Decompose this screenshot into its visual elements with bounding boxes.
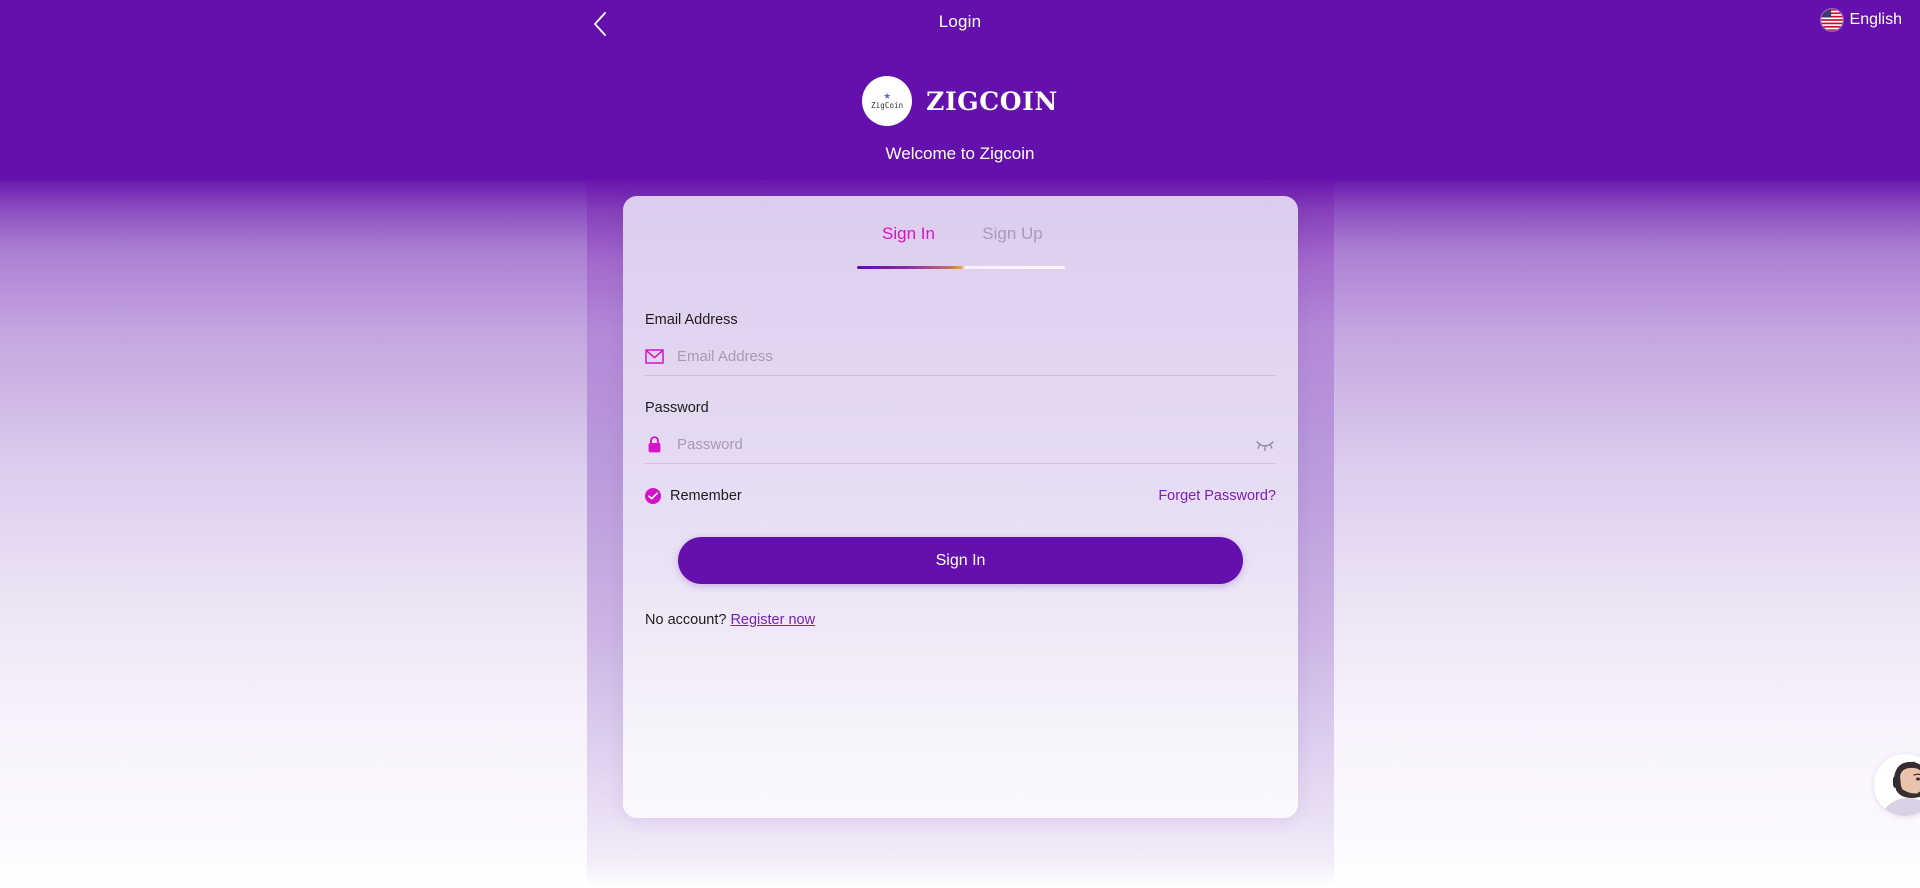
auth-tabs: Sign In Sign Up	[623, 224, 1298, 256]
email-input[interactable]	[677, 348, 1276, 365]
us-flag-icon	[1820, 9, 1843, 31]
register-prompt-line: No account? Register now	[645, 612, 1276, 628]
eye-slash-icon[interactable]	[1254, 434, 1276, 456]
sign-in-form: Email Address Password	[645, 312, 1276, 628]
language-switcher[interactable]: English	[1820, 9, 1902, 31]
login-card: Sign In Sign Up Email Address Email Addr…	[623, 196, 1298, 818]
support-agent-icon	[1874, 754, 1920, 816]
brand-logo-inner-text: ZigCoin	[870, 100, 904, 110]
register-prompt-text: No account?	[645, 612, 727, 628]
password-field-block: Password	[645, 400, 1276, 464]
password-input[interactable]	[677, 436, 1241, 453]
password-field-row	[645, 426, 1276, 464]
remember-checkbox[interactable]: Remember	[645, 488, 742, 504]
language-label: English	[1849, 11, 1902, 28]
brand-wordmark: ZIGCOIN	[926, 86, 1058, 116]
sign-in-button[interactable]: Sign In	[678, 537, 1243, 584]
lock-icon	[645, 435, 664, 454]
remember-label: Remember	[670, 488, 742, 504]
tab-sign-up[interactable]: Sign Up	[961, 224, 1065, 256]
support-agent-avatar[interactable]	[1874, 754, 1920, 816]
password-label: Password	[645, 400, 709, 416]
brand-block: ZigCoin ZIGCOIN	[0, 76, 1920, 126]
brand-logo-mark: ZigCoin	[862, 76, 913, 126]
forget-password-link[interactable]: Forget Password?	[1158, 488, 1276, 504]
email-field-row	[645, 338, 1276, 376]
register-now-link[interactable]: Register now	[730, 612, 815, 628]
welcome-message: Welcome to Zigcoin	[885, 144, 1035, 163]
tab-sign-in[interactable]: Sign In	[857, 224, 961, 256]
tab-active-indicator	[857, 266, 1065, 269]
check-circle-icon	[645, 488, 661, 504]
email-label: Email Address	[645, 312, 738, 328]
page-title: Login	[938, 12, 982, 31]
star-icon	[883, 92, 891, 99]
login-page: Login English ZigCoin ZIGCOIN Welcome to…	[0, 0, 1920, 888]
email-field-block: Email Address	[645, 312, 1276, 376]
remember-row: Remember Forget Password?	[645, 488, 1276, 504]
envelope-icon	[645, 347, 664, 366]
